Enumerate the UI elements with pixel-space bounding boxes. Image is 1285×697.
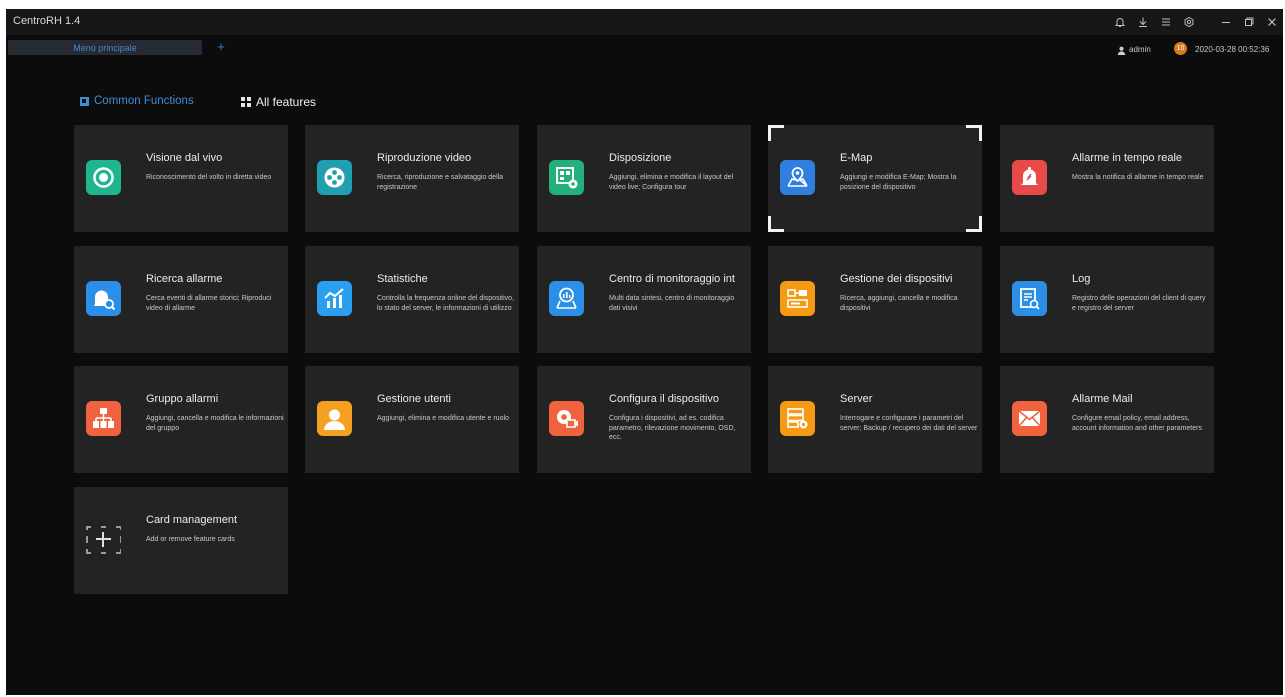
live-view-icon [86,160,121,195]
add-tab-button[interactable]: + [214,40,228,55]
card-description: Multi data sintesi, centro di monitoragg… [609,295,735,312]
card-title: Statistiche [377,273,428,285]
card-description: Ricerca, riproduzione e salvataggio dell… [377,174,504,191]
card-title: Configura il dispositivo [609,393,720,405]
card-management[interactable]: Card management Add or remove feature ca… [74,487,288,594]
add-card-icon [86,522,121,557]
card-log[interactable]: Log Registro delle operazioni del client… [1000,246,1214,353]
card-ricerca-allarme[interactable]: Ricerca allarme Cerca eventi di allarme … [74,246,288,353]
device-config-icon [549,401,584,436]
card-description: Ricerca, aggiungi, cancella e modifica d… [840,295,958,312]
title-bar: CentroRH 1.4 [6,9,1283,35]
selection-corner [966,125,982,141]
settings-icon[interactable] [1177,9,1200,35]
card-riproduzione-video[interactable]: Riproduzione video Ricerca, riproduzione… [305,125,519,232]
card-server[interactable]: Server Interrogare e configurare i param… [768,366,982,473]
common-functions-label: Common Functions [94,95,194,107]
card-description: Configure email policy, email address, a… [1072,415,1202,432]
card-allarme-in-tempo-reale[interactable]: Allarme in tempo reale Mostra la notific… [1000,125,1214,232]
card-centro-di-monitoraggio[interactable]: Centro di monitoraggio int Multi data si… [537,246,751,353]
card-title: Card management [146,514,238,526]
chart-icon [317,281,352,316]
user-profile-icon [317,401,352,436]
selection-corner [768,216,784,232]
card-description: Configura i dispositivi, ad es. codifica… [609,415,736,441]
alarm-bell-icon [1012,160,1047,195]
card-statistiche[interactable]: Statistiche Controlla la frequenza onlin… [305,246,519,353]
device-icon [780,281,815,316]
card-title: Gruppo allarmi [146,393,219,405]
notification-badge[interactable]: 10 [1174,42,1187,55]
alarm-search-icon [86,281,121,316]
user-icon [1117,46,1126,55]
card-description: Riconoscimento del volto in diretta vide… [146,174,272,181]
download-icon[interactable] [1131,9,1154,35]
card-gestione-dei-dispositivi[interactable]: Gestione dei dispositivi Ricerca, aggiun… [768,246,982,353]
tab-common-functions[interactable]: Common Functions [80,95,194,107]
card-title: Disposizione [609,152,672,164]
tab-bar: Menù principale + admin 10 2020-03-28 00… [6,35,1283,55]
card-description: Aggiungi, cancella e modifica le informa… [146,415,284,432]
card-gruppo-allarmi[interactable]: Gruppo allarmi Aggiungi, cancella e modi… [74,366,288,473]
card-description: Add or remove feature cards [146,536,235,543]
grid-icon [241,97,251,107]
card-title: Gestione utenti [377,393,451,405]
card-title: Server [840,393,873,405]
datetime: 2020-03-28 00:52:36 [1195,45,1270,54]
server-icon [780,401,815,436]
card-title: Visione dal vivo [146,152,223,164]
card-allarme-mail[interactable]: Allarme Mail Configure email policy, ema… [1000,366,1214,473]
card-title: Allarme in tempo reale [1072,152,1183,164]
group-tree-icon [86,401,121,436]
square-icon [80,96,89,106]
tab-main-menu[interactable]: Menù principale [8,40,202,55]
map-pin-icon [780,160,815,195]
selection-corner [966,216,982,232]
log-icon [1012,281,1047,316]
user-name[interactable]: admin [1129,45,1151,54]
card-title: Centro di monitoraggio int [609,273,735,285]
selection-corner [768,125,784,141]
card-description: Interrogare e configurare i parametri de… [840,415,978,432]
app-title: CentroRH 1.4 [13,15,81,27]
window-controls [1108,9,1283,35]
card-e-map[interactable]: E-Map Aggiungi e modifica E-Map; Mostra … [768,125,982,232]
card-visione-dal-vivo[interactable]: Visione dal vivo Riconoscimento del volt… [74,125,288,232]
all-features-label: All features [256,95,317,109]
card-disposizione[interactable]: Disposizione Aggiungi, elimina e modific… [537,125,751,232]
card-title: Riproduzione video [377,152,472,164]
card-gestione-utenti[interactable]: Gestione utenti Aggiungi, elimina e modi… [305,366,519,473]
card-description: Cerca eventi di allarme storici; Riprodu… [146,295,272,312]
menu-icon[interactable] [1154,9,1177,35]
app-window: CentroRH 1.4 Menù principale + admin 10 … [6,9,1283,695]
card-description: Aggiungi, elimina e modifica il layout d… [609,174,734,191]
bell-icon[interactable] [1108,9,1131,35]
card-description: Registro delle operazioni del client di … [1072,295,1206,312]
card-title: Gestione dei dispositivi [840,273,953,285]
tab-all-features[interactable]: All features [241,95,316,109]
card-title: E-Map [840,152,873,164]
layout-icon [549,160,584,195]
card-description: Controlla la frequenza online del dispos… [377,295,514,312]
mail-icon [1012,401,1047,436]
card-description: Aggiungi e modifica E-Map; Mostra la pos… [840,174,957,191]
card-description: Aggiungi, elimina e modifica utente e ru… [377,415,509,422]
card-title: Allarme Mail [1072,393,1133,405]
card-configura-il-dispositivo[interactable]: Configura il dispositivo Configura i dis… [537,366,751,473]
card-title: Log [1072,273,1091,285]
card-title: Ricerca allarme [146,273,223,285]
close-icon[interactable] [1260,9,1283,35]
monitor-map-icon [549,281,584,316]
restore-icon[interactable] [1237,9,1260,35]
minimize-icon[interactable] [1214,9,1237,35]
film-reel-icon [317,160,352,195]
card-description: Mostra la notifica di allarme in tempo r… [1072,174,1204,181]
